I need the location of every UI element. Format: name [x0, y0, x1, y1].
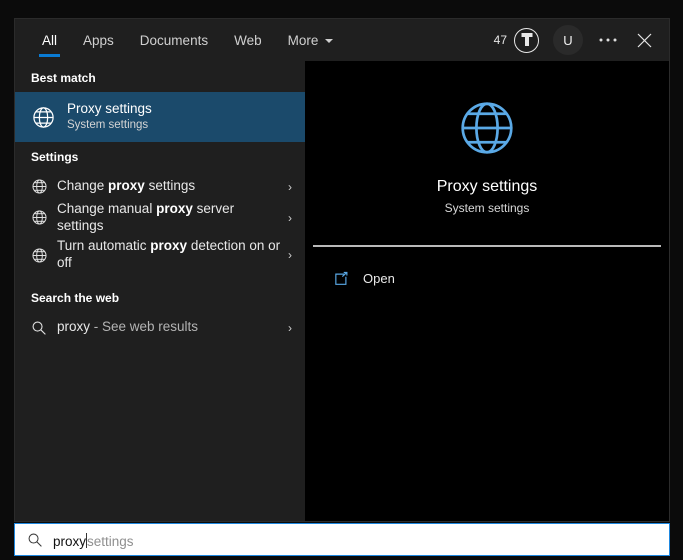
search-header: All Apps Documents Web More 47 U [15, 19, 669, 61]
best-match-text: Proxy settings System settings [67, 100, 152, 133]
result-change-proxy-settings[interactable]: Change proxy settings › [15, 171, 305, 202]
avatar-initial: U [563, 32, 573, 48]
chevron-right-icon[interactable]: › [283, 248, 297, 262]
tab-all[interactable]: All [29, 19, 70, 61]
result-change-manual-proxy-server-settings[interactable]: Change manual proxy server settings › [15, 201, 305, 235]
result-label-post: settings [144, 178, 196, 194]
ellipsis-icon[interactable] [591, 23, 625, 57]
results-list: Best match Proxy settings System setting… [15, 61, 305, 521]
settings-section-label: Settings [31, 150, 79, 164]
tab-web-label: Web [234, 32, 262, 48]
search-box[interactable]: proxy settings [14, 523, 670, 556]
globe-icon [31, 178, 57, 195]
chevron-right-icon[interactable]: › [283, 211, 297, 225]
action-open-label: Open [363, 271, 395, 286]
result-best-match-proxy-settings[interactable]: Proxy settings System settings [15, 92, 305, 142]
open-external-icon [333, 271, 363, 287]
result-label-bold: proxy [156, 200, 193, 216]
text-cursor [86, 532, 88, 548]
tab-documents[interactable]: Documents [127, 19, 221, 61]
chevron-right-icon[interactable]: › [283, 321, 297, 335]
result-label: Turn automatic proxy detection on or off [57, 238, 283, 272]
chevron-right-icon[interactable]: › [283, 180, 297, 194]
globe-icon [31, 105, 67, 130]
web-section-label: Search the web [31, 291, 120, 305]
globe-icon [456, 97, 518, 164]
tab-apps-label: Apps [83, 32, 114, 48]
result-turn-automatic-proxy-detection[interactable]: Turn automatic proxy detection on or off… [15, 233, 305, 277]
search-body: Best match Proxy settings System setting… [15, 61, 669, 521]
windows-search-flyout: All Apps Documents Web More 47 U Best ma… [0, 0, 683, 560]
action-open[interactable]: Open [305, 262, 669, 296]
tab-more-label: More [287, 32, 319, 48]
result-label-pre: Change manual [57, 200, 157, 216]
search-icon [27, 532, 53, 548]
search-icon [31, 320, 57, 336]
avatar[interactable]: U [553, 25, 583, 55]
globe-icon [31, 209, 57, 226]
best-match-subtitle: System settings [67, 119, 149, 132]
tab-more[interactable]: More [275, 19, 347, 61]
search-typed-text: proxy [53, 533, 87, 549]
result-label-bold: proxy [150, 238, 188, 254]
result-label-post: - See web results [90, 319, 199, 335]
chevron-down-icon [325, 39, 334, 43]
result-label-bold: proxy [108, 178, 145, 194]
rewards-count: 47 [493, 33, 507, 47]
tab-strip: All Apps Documents Web More [15, 19, 346, 61]
result-label-pre: proxy [57, 319, 91, 335]
tab-web[interactable]: Web [221, 19, 275, 61]
tab-all-label: All [42, 32, 58, 48]
result-label: Change manual proxy server settings [57, 201, 283, 235]
tab-apps[interactable]: Apps [70, 19, 127, 61]
rewards-button[interactable]: 47 [488, 23, 545, 57]
result-label-pre: Turn automatic [57, 238, 151, 254]
tab-documents-label: Documents [139, 32, 209, 48]
rewards-trophy-icon [514, 27, 539, 53]
globe-icon [31, 247, 57, 264]
result-web-search-proxy[interactable]: proxy - See web results › [15, 312, 305, 343]
search-panel: All Apps Documents Web More 47 U Best ma… [14, 18, 670, 522]
best-match-label: Best match [31, 71, 96, 85]
result-label: proxy - See web results [57, 319, 283, 336]
header-actions: 47 U [488, 19, 661, 61]
close-icon[interactable] [627, 23, 661, 57]
search-suggestion-text: settings [87, 533, 134, 549]
result-label-pre: Change [57, 178, 109, 194]
search-input[interactable]: proxy settings [53, 531, 134, 549]
best-match-title: Proxy settings [67, 101, 152, 117]
result-label: Change proxy settings [57, 178, 283, 195]
preview-title: Proxy settings [436, 178, 538, 195]
preview-pane: Proxy settings System settings Open [305, 61, 669, 521]
preview-divider [313, 245, 661, 247]
preview-subtitle: System settings [444, 201, 530, 215]
